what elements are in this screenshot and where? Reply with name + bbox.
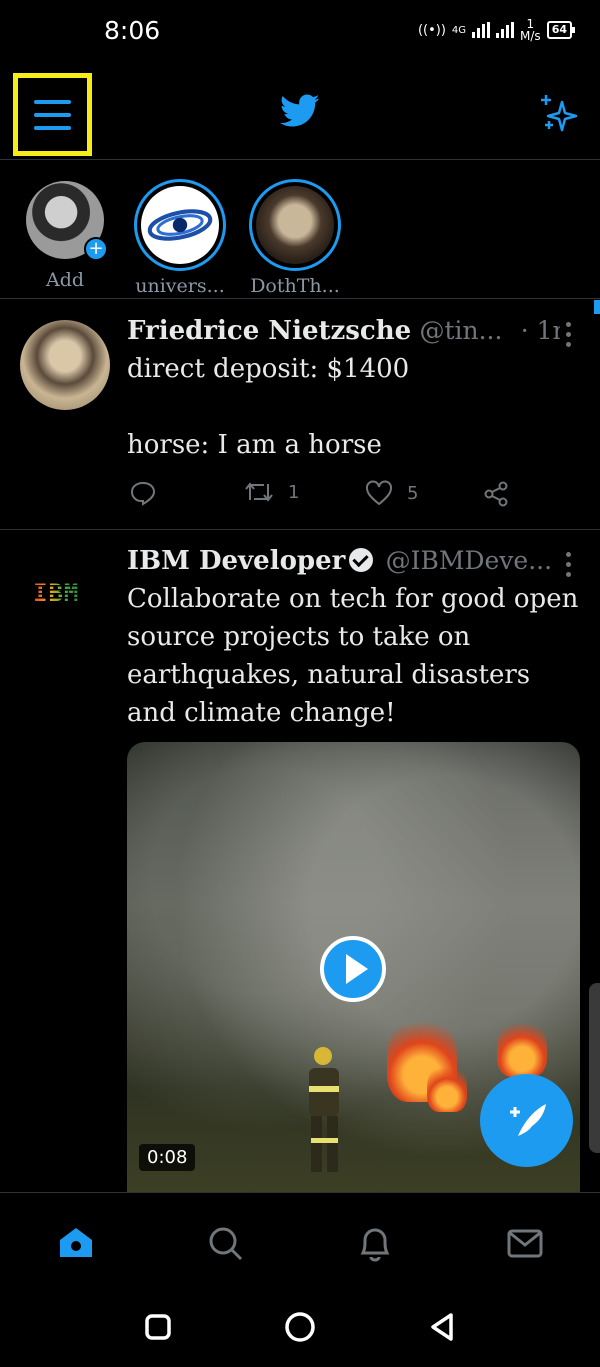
fleet-label: DothTh... bbox=[250, 275, 340, 297]
share-icon bbox=[484, 481, 508, 507]
tweet-time: · 1m bbox=[520, 316, 560, 345]
battery-icon: 64 bbox=[546, 21, 576, 39]
status-bar: 8:06 ((•)) 4G 1 M/s 64 bbox=[0, 0, 600, 66]
fire-flames bbox=[427, 1062, 467, 1112]
fleet-universe[interactable]: univers... bbox=[132, 179, 228, 297]
verified-badge-icon bbox=[349, 548, 374, 572]
retweet-button[interactable]: 1 bbox=[244, 480, 299, 504]
fleet-label: Add bbox=[45, 269, 85, 291]
bottom-navigation bbox=[0, 1192, 600, 1288]
tweet-header: Friedrice Nietzsche @tin... · 1m bbox=[127, 316, 560, 346]
status-icons: ((•)) 4G 1 M/s 64 bbox=[417, 17, 576, 43]
system-navigation bbox=[0, 1288, 600, 1367]
add-icon[interactable]: + bbox=[84, 237, 108, 261]
heart-icon bbox=[366, 480, 392, 506]
svg-text:IBM: IBM bbox=[33, 580, 79, 604]
video-duration: 0:08 bbox=[139, 1144, 196, 1171]
fleets-row: + Add univers... DothTh... bbox=[0, 161, 600, 299]
author-name[interactable]: IBM Developer bbox=[127, 546, 345, 576]
fleet-doth[interactable]: DothTh... bbox=[247, 179, 343, 297]
fire-flames bbox=[497, 1017, 547, 1077]
tweet-actions: 1 5 bbox=[130, 480, 520, 510]
firefighter-figure bbox=[309, 1047, 339, 1172]
back-icon[interactable] bbox=[425, 1310, 459, 1344]
notifications-icon[interactable] bbox=[355, 1223, 395, 1263]
retweet-icon bbox=[245, 482, 273, 502]
tweet-header: IBM Developer @IBMDeve... bbox=[127, 546, 560, 576]
share-button[interactable] bbox=[482, 480, 510, 508]
hotspot-icon: ((•)) bbox=[417, 22, 446, 38]
home-circle-icon[interactable] bbox=[283, 1310, 317, 1344]
status-time: 8:06 bbox=[104, 16, 161, 45]
top-app-bar bbox=[0, 66, 600, 160]
tweet-text: direct deposit: $1400 horse: I am a hors… bbox=[127, 354, 410, 460]
more-options-icon[interactable] bbox=[566, 322, 572, 347]
author-name[interactable]: Friedrice Nietzsche bbox=[127, 316, 411, 346]
ibm-logo-avatar[interactable]: IBM bbox=[33, 580, 97, 604]
reply-button[interactable] bbox=[130, 480, 170, 506]
fleet-add[interactable]: + Add bbox=[17, 179, 113, 291]
portrait-avatar bbox=[256, 186, 334, 264]
like-button[interactable]: 5 bbox=[365, 480, 418, 506]
tweet-text: Collaborate on tech for good open source… bbox=[127, 584, 587, 728]
fleet-ring[interactable] bbox=[249, 179, 341, 271]
edge-panel-handle[interactable] bbox=[589, 983, 600, 1153]
signal-icon-2 bbox=[496, 22, 515, 38]
sparkle-icon[interactable] bbox=[538, 93, 580, 133]
tweet-card[interactable]: Friedrice Nietzsche @tin... · 1m direct … bbox=[0, 300, 600, 530]
twitter-bird-icon[interactable] bbox=[280, 94, 320, 128]
like-count: 5 bbox=[407, 482, 419, 504]
home-icon[interactable] bbox=[56, 1223, 96, 1263]
signal-icon bbox=[472, 22, 491, 38]
author-avatar[interactable] bbox=[20, 320, 110, 410]
galaxy-avatar bbox=[141, 186, 219, 264]
recents-icon[interactable] bbox=[141, 1310, 175, 1344]
messages-icon[interactable] bbox=[505, 1223, 545, 1263]
retweet-count: 1 bbox=[288, 481, 300, 503]
fleet-ring[interactable] bbox=[134, 179, 226, 271]
reply-icon bbox=[130, 481, 156, 506]
compose-tweet-button[interactable] bbox=[480, 1074, 573, 1167]
author-handle[interactable]: @tin... bbox=[419, 316, 502, 345]
network-label: 4G bbox=[451, 24, 467, 36]
own-avatar[interactable]: + bbox=[26, 181, 108, 261]
author-handle[interactable]: @IBMDeve... bbox=[386, 546, 552, 575]
more-options-icon[interactable] bbox=[566, 552, 572, 577]
hamburger-menu-icon[interactable] bbox=[13, 73, 92, 156]
feather-plus-icon bbox=[510, 1104, 546, 1136]
play-button[interactable] bbox=[320, 936, 386, 1002]
search-icon[interactable] bbox=[205, 1223, 245, 1263]
fleet-label: univers... bbox=[135, 275, 225, 297]
network-speed: 1 M/s bbox=[520, 17, 541, 43]
